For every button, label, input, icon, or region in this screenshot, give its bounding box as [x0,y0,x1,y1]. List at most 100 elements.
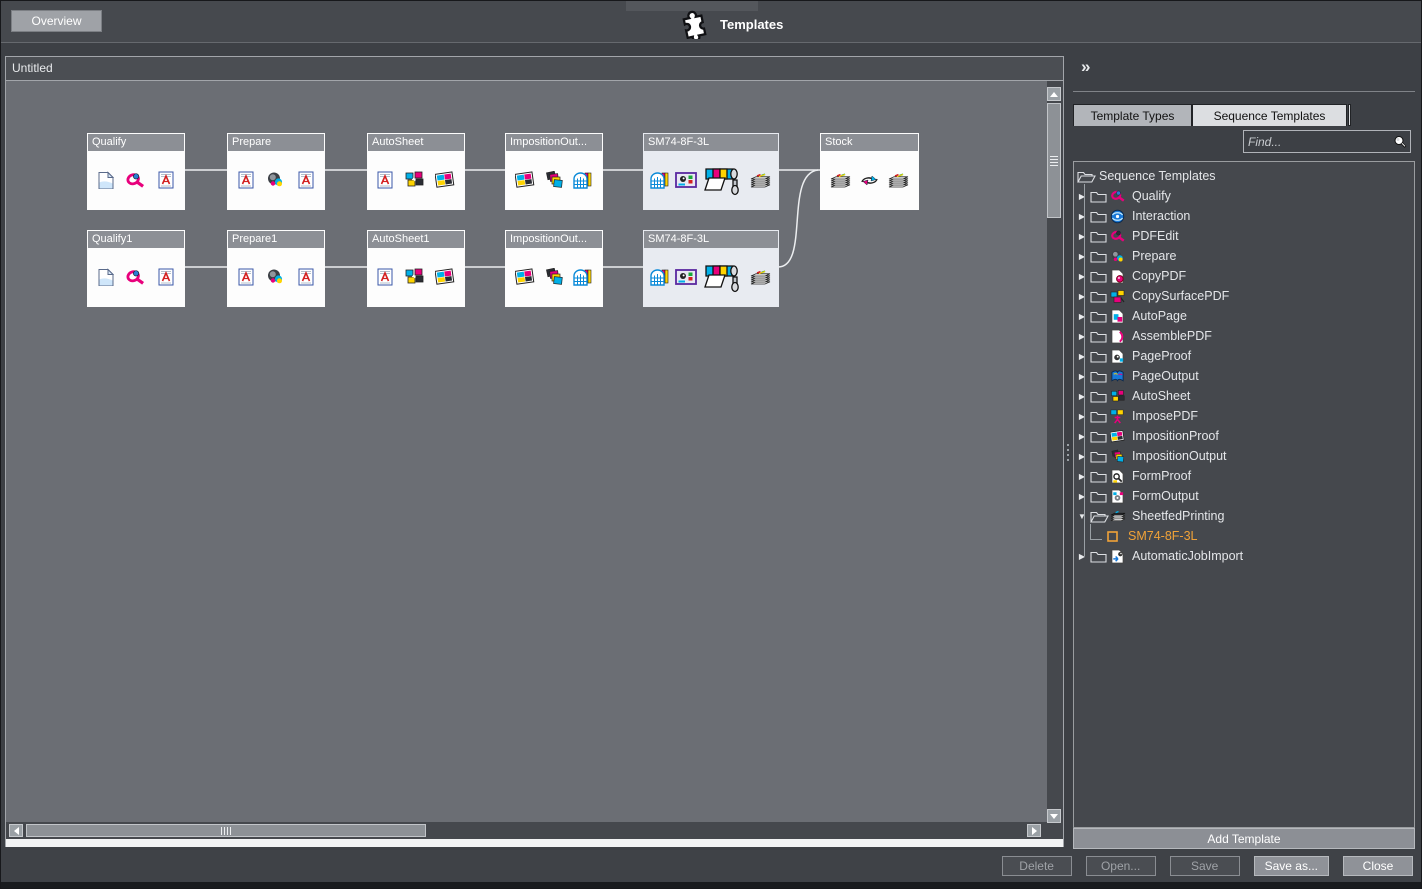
chevron-right-icon[interactable]: ▶ [1074,212,1090,221]
tree-item-label: FormOutput [1130,489,1199,503]
canvas-vertical-scrollbar[interactable] [1047,87,1063,823]
scroll-up-button[interactable] [1047,87,1061,101]
tree-item-prepare[interactable]: ▶Prepare [1074,246,1414,266]
t-pdfedit-icon [1110,229,1130,243]
open-button[interactable]: Open... [1086,856,1156,876]
tree-item-autosheet[interactable]: ▶AutoSheet [1074,386,1414,406]
flow-node-sm74-8f-3l[interactable]: SM74-8F-3L [644,231,778,306]
chevron-right-icon[interactable]: ▶ [1074,492,1090,501]
tree-item-qualify[interactable]: ▶Qualify [1074,186,1414,206]
tree-item-label: PageOutput [1130,369,1199,383]
overview-button[interactable]: Overview [11,10,102,32]
flow-node-sm74-8f-3l[interactable]: SM74-8F-3L [644,134,778,209]
vertical-scroll-thumb[interactable] [1047,103,1061,218]
tree-item-impositionoutput[interactable]: ▶ImpositionOutput [1074,446,1414,466]
tree-item-imposepdf[interactable]: ▶ImposePDF [1074,406,1414,426]
tree-item-copysurfacepdf[interactable]: ▶CopySurfacePDF [1074,286,1414,306]
tree-item-interaction[interactable]: ▶ Interaction [1074,206,1414,226]
tree-root-label: Sequence Templates [1097,169,1216,183]
press-cylinder-icon [702,261,744,293]
delete-button[interactable]: Delete [1002,856,1072,876]
t-prepare-icon [1110,249,1130,264]
tree-root-sequence-templates[interactable]: Sequence Templates [1074,166,1414,186]
tab-sequence-templates[interactable]: Sequence Templates [1192,104,1347,126]
folder-icon [1090,429,1110,444]
canvas-horizontal-scrollbar[interactable] [9,824,1043,839]
panel-splitter[interactable] [1064,56,1073,848]
scroll-left-button[interactable] [9,824,23,837]
tree-item-sheetfedprinting[interactable]: ▼SheetfedPrinting [1074,506,1414,526]
flow-node-prepare[interactable]: Prepare [228,134,324,209]
node-icons [88,248,184,306]
node-icons [821,151,918,209]
chevron-right-icon[interactable]: ▶ [1074,272,1090,281]
magnifier-qualify-icon [125,268,146,287]
chevron-right-icon[interactable]: ▶ [1074,292,1090,301]
chevron-right-icon[interactable]: ▶ [1074,432,1090,441]
horizontal-scroll-thumb[interactable] [26,824,426,837]
tree-item-pageproof[interactable]: ▶ PageProof [1074,346,1414,366]
orange-square-icon [1106,530,1126,543]
t-improof-icon [1110,429,1130,444]
tree-item-formoutput[interactable]: ▶ FormOutput [1074,486,1414,506]
close-button[interactable]: Close [1343,856,1413,876]
add-template-button[interactable]: Add Template [1073,828,1415,849]
tree-item-copypdf[interactable]: ▶CopyPDF [1074,266,1414,286]
t-qualify-icon [1110,189,1130,203]
tree-item-impositionproof[interactable]: ▶ImpositionProof [1074,426,1414,446]
chevron-right-icon[interactable]: ▶ [1074,252,1090,261]
tree-item-label: AutoPage [1130,309,1187,323]
chevron-right-icon[interactable]: ▶ [1074,232,1090,241]
find-input[interactable] [1244,135,1390,149]
chevron-down-icon[interactable]: ▼ [1074,512,1090,521]
flow-node-prepare1[interactable]: Prepare1 [228,231,324,306]
t-pageoutput-icon [1110,369,1130,384]
flow-node-impositionout[interactable]: ImpositionOut... [506,134,602,209]
flow-node-autosheet[interactable]: AutoSheet [368,134,464,209]
tree-item-formproof[interactable]: ▶ FormProof [1074,466,1414,486]
flow-node-qualify1[interactable]: Qualify1 [88,231,184,306]
chevron-right-icon[interactable]: ▶ [1074,452,1090,461]
node-icons [368,248,464,306]
scroll-right-button[interactable] [1027,824,1041,837]
folder-icon [1090,549,1110,564]
save-as-button[interactable]: Save as... [1254,856,1329,876]
chevron-right-icon[interactable]: ▶ [1074,192,1090,201]
tree-item-label: PageProof [1130,349,1191,363]
tree-item-label: Interaction [1130,209,1190,223]
flow-node-qualify[interactable]: Qualify [88,134,184,209]
chevron-right-icon[interactable]: ▶ [1074,352,1090,361]
chevron-right-icon[interactable]: ▶ [1074,332,1090,341]
folder-icon [1090,449,1110,464]
cmyk-sheets-icon [404,171,424,189]
find-field-wrap [1243,130,1411,153]
tree-item-assemblepdf[interactable]: ▶AssemblePDF [1074,326,1414,346]
node-title: AutoSheet1 [368,231,464,248]
chevron-right-icon[interactable]: ▶ [1074,412,1090,421]
chevron-right-icon[interactable]: ▶ [1074,472,1090,481]
scroll-down-button[interactable] [1047,809,1061,823]
search-icon[interactable] [1390,134,1410,150]
flow-node-autosheet1[interactable]: AutoSheet1 [368,231,464,306]
footer-bar: Delete Open... Save Save as... Close [1,850,1421,882]
node-title: ImpositionOut... [506,134,602,151]
node-title: Prepare1 [228,231,324,248]
tree-item-autopage[interactable]: ▶ AutoPage [1074,306,1414,326]
chevron-right-icon[interactable]: ▶ [1074,392,1090,401]
chevron-right-icon[interactable]: ▶ [1074,372,1090,381]
save-button[interactable]: Save [1170,856,1240,876]
chevron-right-icon[interactable]: ▶ [1074,552,1090,561]
workflow-canvas[interactable]: Qualify Prepare AutoSheet ImpositionOut... S… [6,81,1047,822]
tree-item-label: FormProof [1130,469,1191,483]
proof-monitor-icon [675,268,697,286]
tab-template-types[interactable]: Template Types [1073,104,1192,126]
flow-node-impositionout[interactable]: ImpositionOut... [506,231,602,306]
collapse-sidebar-button[interactable]: » [1081,57,1090,77]
tree-item-pageoutput[interactable]: ▶ PageOutput [1074,366,1414,386]
tree-item-automaticjobimport[interactable]: ▶AutomaticJobImport [1074,546,1414,566]
tree-guide-line [1084,184,1085,556]
tree-item-pdfedit[interactable]: ▶PDFEdit [1074,226,1414,246]
tree-item-sm74-8f-3l[interactable]: SM74-8F-3L [1074,526,1414,546]
flow-node-stock[interactable]: Stock [821,134,918,209]
chevron-right-icon[interactable]: ▶ [1074,312,1090,321]
